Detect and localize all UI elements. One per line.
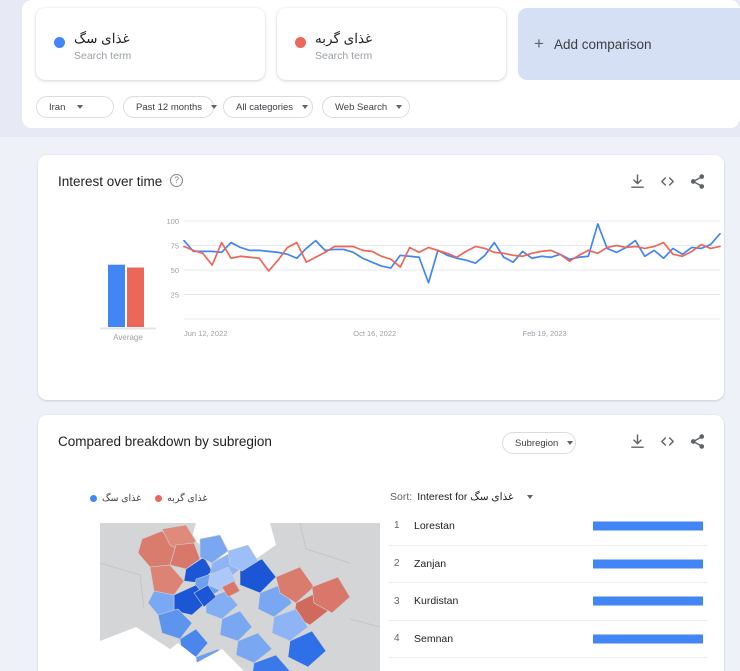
subregion-dropdown-label: Subregion	[515, 437, 559, 449]
chevron-down-icon	[302, 105, 309, 109]
filter-location-label: Iran	[49, 101, 66, 113]
add-comparison-button[interactable]: + Add comparison	[518, 8, 740, 80]
interest-over-time-actions	[629, 173, 706, 190]
legend-item-1: غذای سگ	[90, 493, 141, 504]
average-bars: Average	[88, 215, 168, 345]
region-value-bar	[593, 634, 703, 644]
svg-text:50: 50	[171, 266, 179, 275]
compared-breakdown-title: Compared breakdown by subregion	[58, 434, 272, 449]
region-rank: 1	[394, 520, 400, 532]
search-term-sublabel-1: Search term	[74, 50, 132, 62]
header-panel: غذای سگ Search term غذای گربه Search ter…	[22, 0, 740, 128]
add-comparison-label: Add comparison	[554, 37, 652, 52]
term-color-dot-blue	[54, 37, 65, 48]
table-row[interactable]: 1 Lorestan	[388, 507, 708, 545]
embed-icon[interactable]	[659, 173, 676, 190]
table-row[interactable]: 5	[388, 657, 708, 671]
iran-choropleth-map[interactable]	[100, 523, 380, 671]
filter-search-type[interactable]: Web Search	[322, 96, 410, 118]
filter-time-range[interactable]: Past 12 months	[123, 96, 218, 118]
svg-text:Oct 16, 2022: Oct 16, 2022	[353, 329, 396, 338]
legend-dot-blue	[90, 495, 97, 502]
sort-value: Interest for غذای سگ	[417, 491, 514, 503]
filter-search-type-label: Web Search	[335, 101, 388, 113]
search-terms-row: غذای سگ Search term غذای گربه Search ter…	[36, 8, 740, 80]
svg-text:25: 25	[171, 291, 179, 300]
subregion-map[interactable]	[100, 523, 380, 671]
interest-over-time-chart: Average 25 50 75 100 Jun 12, 2022 Oct 16, 202…	[38, 215, 724, 345]
filter-category-label: All categories	[236, 101, 294, 113]
search-term-label-2: غذای گربه	[315, 31, 373, 46]
legend-dot-red	[155, 495, 163, 502]
filter-time-range-label: Past 12 months	[136, 101, 203, 113]
share-icon[interactable]	[689, 433, 706, 450]
sort-label: Sort:	[390, 491, 413, 503]
search-term-label-1: غذای سگ	[74, 31, 130, 46]
chevron-down-icon	[77, 105, 84, 109]
bar-segment-blue	[593, 559, 703, 569]
svg-text:Jun 12, 2022: Jun 12, 2022	[184, 329, 227, 338]
download-icon[interactable]	[629, 173, 646, 190]
embed-icon[interactable]	[659, 433, 676, 450]
search-term-sublabel-2: Search term	[315, 50, 373, 62]
subregion-ranked-list: 1Lorestan2Zanjan3Kurdistan4Semnan5	[388, 507, 708, 671]
region-rank: 2	[394, 558, 400, 570]
bar-segment-blue	[593, 596, 703, 606]
chevron-down-icon	[211, 105, 218, 109]
table-row[interactable]: 2 Zanjan	[388, 544, 708, 583]
subregion-dropdown[interactable]: Subregion	[502, 432, 576, 454]
bar-segment-blue	[593, 521, 703, 531]
region-value-bar	[593, 559, 703, 569]
sort-control[interactable]: Sort: Interest for غذای سگ	[390, 491, 533, 503]
subregion-legend: غذای سگ غذای گربه	[90, 493, 207, 504]
chevron-down-icon	[526, 495, 533, 499]
svg-text:Feb 19, 2023: Feb 19, 2023	[523, 329, 567, 338]
filter-category[interactable]: All categories	[223, 96, 313, 118]
header-band: غذای سگ Search term غذای گربه Search ter…	[0, 0, 740, 137]
region-rank: 3	[394, 595, 400, 607]
download-icon[interactable]	[629, 433, 646, 450]
svg-text:75: 75	[171, 242, 179, 251]
region-value-bar	[593, 596, 703, 606]
table-row[interactable]: 3 Kurdistan	[388, 582, 708, 620]
table-row[interactable]: 4 Semnan	[388, 619, 708, 658]
bar-segment-blue	[593, 634, 703, 644]
average-bars-svg	[100, 264, 156, 330]
legend-item-2: غذای گربه	[155, 493, 207, 504]
region-rank: 4	[394, 633, 400, 645]
svg-text:100: 100	[166, 217, 179, 226]
filter-chips-row: Iran Past 12 months All categories Web S…	[36, 96, 410, 118]
chevron-down-icon	[396, 105, 403, 109]
compared-breakdown-card: Compared breakdown by subregion Subregio…	[38, 415, 724, 671]
compared-breakdown-actions	[629, 433, 706, 450]
interest-over-time-card: Interest over time ? Average 25 50 75 100 Ju…	[38, 155, 724, 400]
search-term-card-1[interactable]: غذای سگ Search term	[36, 8, 265, 80]
plus-icon: +	[534, 34, 544, 53]
filter-location[interactable]: Iran	[36, 96, 114, 118]
search-term-card-2[interactable]: غذای گربه Search term	[277, 8, 506, 80]
average-label: Average	[113, 333, 143, 342]
help-icon[interactable]: ?	[170, 174, 183, 187]
interest-over-time-title: Interest over time	[58, 174, 163, 189]
legend-label-1: غذای سگ	[102, 493, 142, 504]
chevron-down-icon	[567, 441, 574, 445]
term-color-dot-red	[295, 37, 306, 48]
region-value-bar	[593, 521, 703, 531]
trend-line-svg: 25 50 75 100 Jun 12, 2022 Oct 16, 2022 Feb 19,…	[166, 217, 721, 338]
legend-label-2: غذای گربه	[167, 493, 208, 504]
share-icon[interactable]	[689, 173, 706, 190]
